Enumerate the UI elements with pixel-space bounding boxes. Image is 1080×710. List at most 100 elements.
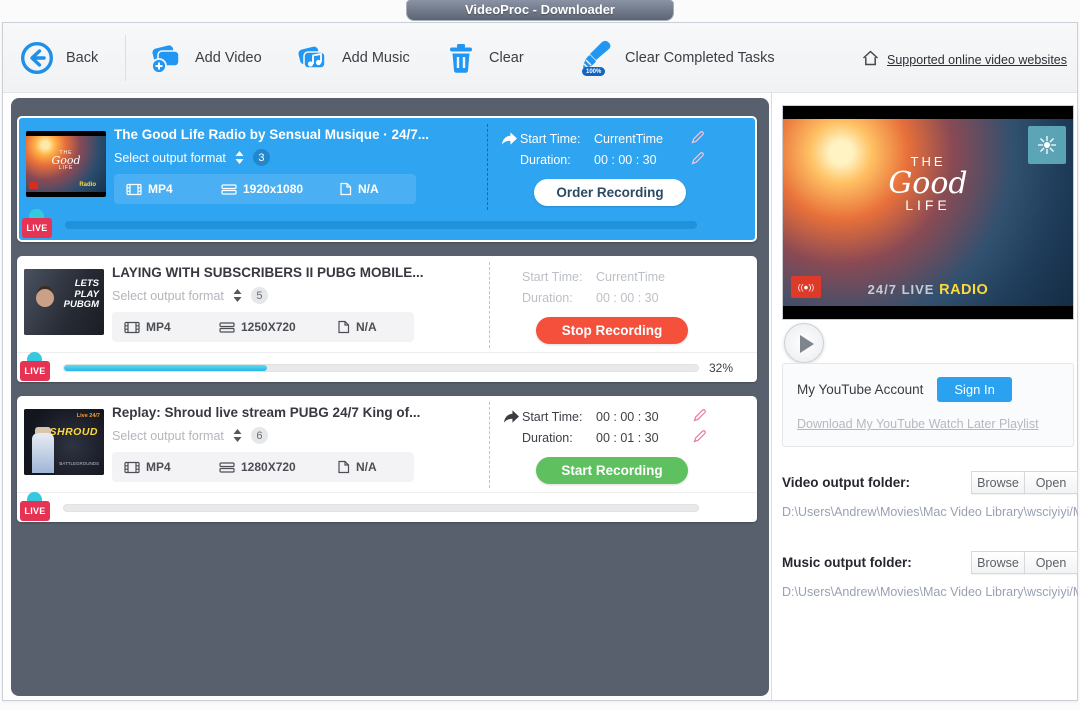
play-button[interactable]: [784, 323, 824, 363]
add-video-label: Add Video: [195, 50, 262, 66]
progress-bar: [65, 221, 697, 229]
thumb-text: BATTLEGROUNDS: [59, 461, 99, 466]
youtube-account-label: My YouTube Account: [797, 382, 923, 397]
trash-icon: [444, 40, 478, 76]
video-output-folder-label: Video output folder:: [782, 475, 972, 490]
window-title: VideoProc - Downloader: [406, 0, 674, 21]
resolution-icon: [219, 461, 235, 474]
start-time-value: 00 : 00 : 30: [596, 410, 692, 424]
file-icon: [337, 460, 350, 474]
brush-icon: 100%: [574, 38, 614, 78]
updown-arrows-icon: [235, 151, 244, 164]
format-value: MP4: [146, 460, 171, 474]
back-button[interactable]: Back: [19, 36, 98, 80]
output-format-select[interactable]: Select output format 3: [114, 149, 487, 166]
thumb-text: PLAY: [74, 289, 99, 300]
format-info-bar: MP4 1280X720 N/A: [112, 452, 414, 482]
add-music-button[interactable]: Add Music: [293, 36, 410, 80]
format-count-badge: 3: [253, 149, 270, 166]
video-thumbnail: THE Good LIFE Radio: [26, 131, 106, 197]
resolution-icon: [221, 183, 237, 196]
thumb-text: LETS: [75, 278, 99, 289]
progress-strip: LIVE: [19, 210, 755, 240]
file-icon: [339, 182, 352, 196]
film-icon: [126, 183, 142, 196]
clear-button[interactable]: Clear: [444, 36, 524, 80]
add-video-button[interactable]: Add Video: [146, 36, 262, 80]
task-card-pubg-mobile[interactable]: LETS PLAY PUBGM LAYING WITH SUBSCRIBERS …: [17, 256, 757, 382]
video-open-button[interactable]: Open: [1024, 471, 1078, 494]
music-output-folder-section: Music output folder: Browse Open D:\User…: [782, 551, 1078, 599]
select-format-label: Select output format: [112, 429, 224, 443]
brush-badge: 100%: [582, 67, 605, 76]
live-marker: [29, 182, 38, 189]
task-card-good-life[interactable]: THE Good LIFE Radio The Good Life Radio …: [17, 116, 757, 242]
task-card-shroud[interactable]: Live 24/7 SHROUD BATTLEGROUNDS Replay: S…: [17, 396, 757, 522]
schedule-arrow-icon: [498, 131, 520, 146]
toolbar: Back Add Video Add Music Clear: [3, 23, 1077, 93]
format-info-bar: MP4 1920x1080 N/A: [114, 174, 416, 204]
thumb-text: PUBGM: [64, 299, 99, 310]
preview-caption: 24/7 LIVE RADIO: [783, 282, 1073, 298]
sign-in-button[interactable]: Sign In: [937, 377, 1011, 402]
order-recording-button[interactable]: Order Recording: [534, 179, 686, 206]
format-count-badge: 5: [251, 287, 268, 304]
live-badge: LIVE: [22, 212, 52, 238]
progress-fill: [64, 365, 267, 371]
progress-strip: LIVE 32%: [17, 352, 757, 382]
music-open-button[interactable]: Open: [1024, 551, 1078, 574]
progress-bar: [63, 504, 699, 512]
format-value: MP4: [148, 182, 173, 196]
toolbar-separator: [125, 35, 126, 81]
edit-start-time-icon[interactable]: [692, 408, 712, 426]
music-browse-button[interactable]: Browse: [971, 551, 1025, 574]
start-time-label: Start Time:: [520, 132, 594, 146]
file-icon: [337, 320, 350, 334]
thumb-text: Radio: [79, 182, 96, 188]
add-video-icon: [146, 39, 184, 77]
video-browse-button[interactable]: Browse: [971, 471, 1025, 494]
duration-label: Duration:: [522, 431, 596, 445]
format-count-badge: 6: [251, 427, 268, 444]
start-time-label: Start Time:: [522, 270, 596, 284]
edit-start-time-icon[interactable]: [690, 130, 710, 148]
home-icon: [861, 49, 880, 70]
progress-strip: LIVE: [17, 492, 757, 522]
back-label: Back: [66, 50, 98, 66]
live-badge: LIVE: [20, 495, 50, 521]
thumb-text: LIFE: [59, 165, 74, 171]
edit-duration-icon[interactable]: [692, 429, 712, 447]
select-format-label: Select output format: [112, 289, 224, 303]
video-thumbnail: Live 24/7 SHROUD BATTLEGROUNDS: [24, 409, 104, 475]
output-format-select[interactable]: Select output format 6: [112, 427, 489, 444]
start-recording-button[interactable]: Start Recording: [536, 457, 688, 484]
resolution-value: 1920x1080: [243, 182, 303, 196]
youtube-account-box: My YouTube Account Sign In Download My Y…: [782, 363, 1074, 447]
resolution-icon: [219, 321, 235, 334]
clear-completed-button[interactable]: 100% Clear Completed Tasks: [574, 36, 775, 80]
stop-recording-button[interactable]: Stop Recording: [536, 317, 688, 344]
start-time-value: CurrentTime: [596, 270, 692, 284]
detail-panel: THE Good LIFE ((●)) 24/7 LIVE RADIO My Y…: [771, 93, 1077, 700]
film-icon: [124, 321, 140, 334]
back-icon: [19, 40, 55, 76]
watch-later-playlist-link[interactable]: Download My YouTube Watch Later Playlist: [797, 417, 1039, 431]
duration-value: 00 : 00 : 30: [594, 153, 690, 167]
video-preview[interactable]: THE Good LIFE ((●)) 24/7 LIVE RADIO: [782, 105, 1074, 320]
filesize-value: N/A: [356, 320, 377, 334]
video-title: The Good Life Radio by Sensual Musique ·…: [114, 127, 487, 142]
edit-duration-icon[interactable]: [690, 151, 710, 169]
resolution-value: 1280X720: [241, 460, 296, 474]
clear-label: Clear: [489, 50, 524, 66]
app-root: VideoProc - Downloader Back Add Video: [0, 0, 1080, 710]
supported-websites-link[interactable]: Supported online video websites: [861, 49, 1067, 70]
progress-bar: [63, 364, 699, 372]
task-list-panel: THE Good LIFE Radio The Good Life Radio …: [11, 98, 769, 696]
output-format-select[interactable]: Select output format 5: [112, 287, 489, 304]
preview-caption-text: 24/7 LIVE: [868, 282, 935, 297]
add-music-icon: [293, 39, 331, 77]
supported-websites-label: Supported online video websites: [887, 53, 1067, 67]
duration-value: 00 : 01 : 30: [596, 431, 692, 445]
video-output-path: D:\Users\Andrew\Movies\Mac Video Library…: [782, 505, 1078, 519]
updown-arrows-icon: [233, 429, 242, 442]
